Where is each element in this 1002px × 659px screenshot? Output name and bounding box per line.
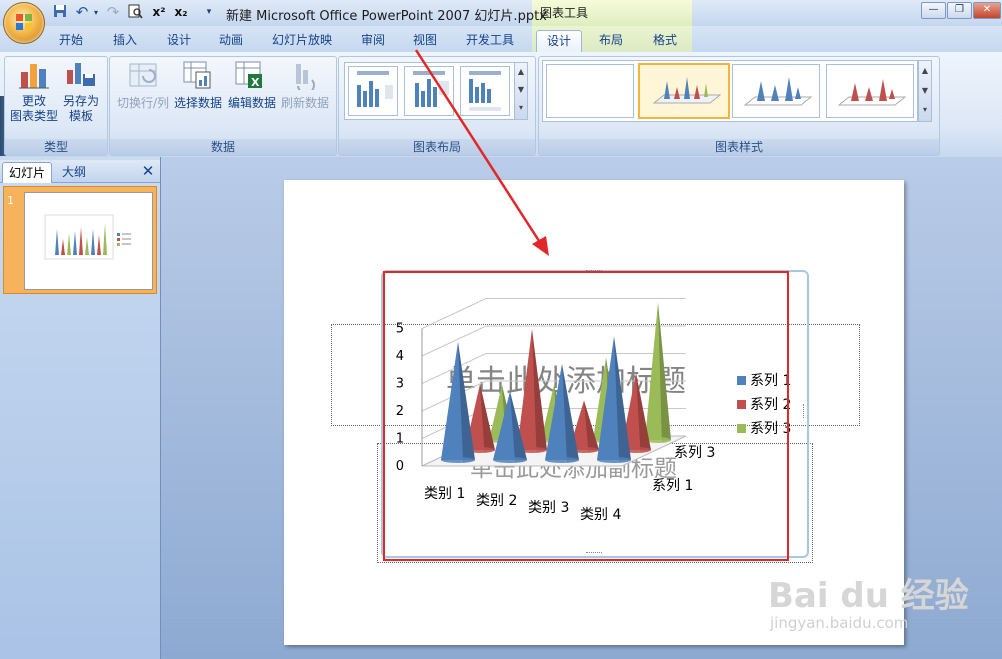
refresh-data-button[interactable]: 刷新数据 xyxy=(278,96,332,111)
switch-row-column-icon xyxy=(128,62,158,88)
save-as-template-icon xyxy=(64,60,98,90)
chart-layout-option[interactable] xyxy=(460,66,510,116)
group-type-label: 类型 xyxy=(5,139,107,155)
select-data-icon xyxy=(182,60,212,90)
change-chart-type-label-1: 更改 xyxy=(21,94,46,108)
change-chart-type-button[interactable]: 更改 图表类型 xyxy=(6,94,62,124)
tab-slideshow[interactable]: 幻灯片放映 xyxy=(264,30,340,52)
minimize-button[interactable]: — xyxy=(921,2,946,19)
baidu-watermark: Bai du 经验 jingyan.baidu.com xyxy=(768,568,998,638)
redo-icon[interactable]: ↷ xyxy=(104,4,122,21)
tab-home[interactable]: 开始 xyxy=(48,30,94,52)
svg-text:X: X xyxy=(251,76,260,89)
annotation-highlight-box xyxy=(383,271,789,561)
office-button[interactable] xyxy=(3,2,45,44)
group-chart-layout-label: 图表布局 xyxy=(339,139,535,155)
watermark-url: jingyan.baidu.com xyxy=(770,614,909,632)
undo-dropdown-icon[interactable]: ▾ xyxy=(92,4,100,21)
tab-chart-format[interactable]: 格式 xyxy=(642,30,688,52)
scroll-up-icon[interactable]: ▲ xyxy=(919,61,931,81)
chart-layout-gallery-scroll[interactable]: ▲ ▼ ▾ xyxy=(514,62,528,120)
close-button[interactable]: ✕ xyxy=(973,2,1001,19)
tab-review[interactable]: 审阅 xyxy=(350,30,396,52)
group-data-label: 数据 xyxy=(110,139,336,155)
scroll-down-icon[interactable]: ▼ xyxy=(515,81,527,99)
switch-row-column-button[interactable]: 切换行/列 xyxy=(112,96,174,111)
tab-chart-layout[interactable]: 布局 xyxy=(588,30,634,52)
scroll-down-icon[interactable]: ▼ xyxy=(919,81,931,101)
watermark-logo: Bai du 经验 xyxy=(768,576,969,616)
office-logo-icon xyxy=(16,14,32,30)
gallery-more-icon[interactable]: ▾ xyxy=(919,101,931,119)
slide-thumbnail[interactable] xyxy=(24,192,153,290)
save-icon[interactable] xyxy=(52,4,68,21)
tab-developer[interactable]: 开发工具 xyxy=(458,30,522,52)
group-chart-styles-label: 图表样式 xyxy=(539,139,939,155)
chart-style-option-selected[interactable] xyxy=(638,63,730,119)
select-data-button[interactable]: 选择数据 xyxy=(172,96,224,111)
tab-insert[interactable]: 插入 xyxy=(102,30,148,52)
save-as-template-button[interactable]: 另存为 模板 xyxy=(58,94,104,124)
slide-number: 1 xyxy=(7,194,14,207)
restore-button[interactable]: ❐ xyxy=(947,2,972,19)
tab-chart-design[interactable]: 设计 xyxy=(536,30,582,53)
chart-style-option[interactable] xyxy=(546,64,634,118)
chart-style-option[interactable] xyxy=(732,64,820,118)
print-preview-icon[interactable] xyxy=(126,4,144,21)
subscript-icon[interactable]: x₂ xyxy=(172,4,190,21)
customize-qat-icon[interactable]: ▾ xyxy=(204,4,214,21)
tab-outline[interactable]: 大纲 xyxy=(54,162,94,182)
chart-layout-option[interactable] xyxy=(348,66,398,116)
undo-icon[interactable]: ↶ xyxy=(72,4,92,21)
change-chart-type-label-2: 图表类型 xyxy=(9,109,58,123)
chart-style-gallery-scroll[interactable]: ▲ ▼ ▾ xyxy=(918,60,932,122)
context-tab-title-label: 图表工具 xyxy=(540,6,589,20)
window-title: 新建 Microsoft Office PowerPoint 2007 幻灯片.… xyxy=(226,9,547,24)
context-tab-title: 图表工具 xyxy=(532,0,692,26)
edit-data-button[interactable]: 编辑数据 xyxy=(226,96,278,111)
tab-animation[interactable]: 动画 xyxy=(208,30,254,52)
tab-slides[interactable]: 幻灯片 xyxy=(2,162,52,183)
superscript-icon[interactable]: x² xyxy=(150,4,168,21)
edit-data-icon: X xyxy=(234,60,264,90)
save-as-template-label-1: 另存为 xyxy=(62,94,99,108)
gallery-more-icon[interactable]: ▾ xyxy=(515,99,527,117)
scroll-up-icon[interactable]: ▲ xyxy=(515,63,527,81)
tab-design[interactable]: 设计 xyxy=(156,30,202,52)
change-chart-type-icon xyxy=(18,60,50,90)
save-as-template-label-2: 模板 xyxy=(68,109,93,123)
refresh-data-icon xyxy=(288,60,318,95)
tab-view[interactable]: 视图 xyxy=(402,30,448,52)
chart-layout-option[interactable] xyxy=(404,66,454,116)
chart-style-option[interactable] xyxy=(826,64,914,118)
close-pane-icon[interactable]: ✕ xyxy=(140,163,156,179)
